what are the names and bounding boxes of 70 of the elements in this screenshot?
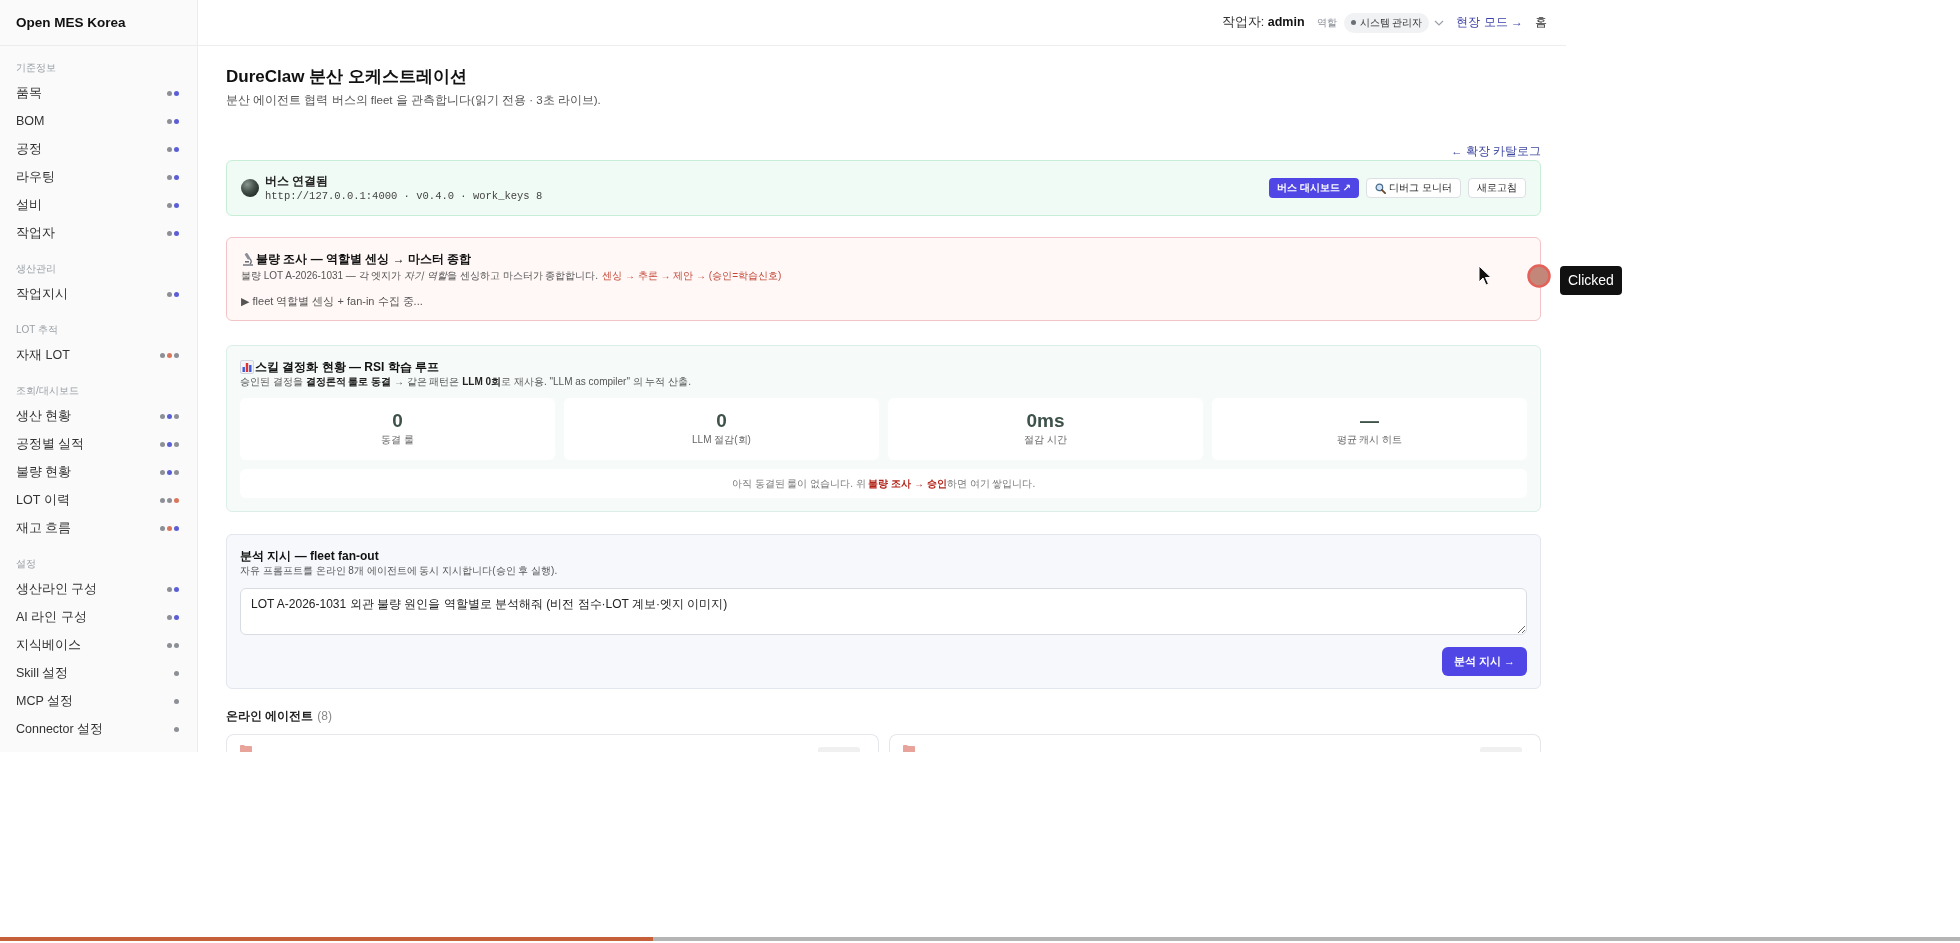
home-link[interactable]: 홈 (1535, 14, 1547, 31)
prompt-textarea[interactable]: LOT A-2026-1031 외관 불량 원인을 역할별로 분석해줘 (비전 점수·LOT 계보·엣지 이미지) (240, 588, 1527, 635)
description-text: 불량 LOT A-2026-1031 — 각 엣지가 자기 역할을 센싱하고 마스터가 종합합니다. (241, 269, 599, 283)
sidebar-item[interactable]: MCP 설정 (0, 687, 197, 715)
click-marker-icon (1527, 264, 1551, 288)
stat-value: — (1360, 410, 1379, 432)
role-label: 역할 (1316, 15, 1337, 30)
sphere-icon (241, 179, 259, 197)
stat-value: 0 (392, 410, 403, 432)
sidebar-item[interactable]: 불량 현황 (0, 458, 197, 486)
sidebar-item[interactable]: BOM (0, 107, 197, 135)
submit-button[interactable]: 분석 지시 → (1441, 647, 1527, 676)
sidebar-item[interactable]: 생산라인 구성 (0, 575, 197, 603)
sidebar-item[interactable]: 공정 (0, 135, 197, 163)
stat-label: 절감 시간 (1024, 433, 1067, 447)
search-icon (1375, 182, 1387, 194)
stat-label: 동결 룰 (381, 433, 414, 447)
collapsible-status[interactable]: ▶ fleet 역할별 센싱 + fan-in 수집 중... (241, 293, 423, 309)
click-tooltip: Clicked (1560, 266, 1622, 295)
page-subtitle: 분산 에이전트 협력 버스의 fleet 을 관측합니다(읽기 전용 · 3초 라이브). (226, 93, 602, 108)
sidebar-item[interactable]: LOT 이력 (0, 486, 197, 514)
card-title: 불량 조사 — 역할별 센싱 → 마스터 종합 (256, 250, 472, 267)
section-heading: 온라인 에이전트 (226, 707, 314, 725)
sidebar-item[interactable]: 자재 LOT (0, 341, 197, 369)
section-label: 생산관리 (15, 262, 57, 276)
section-label: 조회/대시보드 (15, 384, 80, 398)
catalog-link[interactable]: ← 확장 카탈로그 (1451, 143, 1541, 159)
section-label: LOT 추적 (15, 323, 60, 337)
sidebar-item[interactable]: 설비 (0, 191, 197, 219)
bar-chart-icon (240, 359, 254, 374)
bus-status-text: 버스 연결됨 (265, 172, 330, 189)
card-title: 스킬 결정화 현황 — RSI 학습 루프 (255, 358, 439, 375)
empty-state-text: 아직 동결된 룰이 없습니다. 위 불량 조사 → 승인하면 여기 쌓입니다. (731, 476, 1036, 491)
app-title: Open MES Korea (16, 15, 126, 30)
role-select[interactable]: 시스템 관리자 (1343, 12, 1430, 33)
sidebar-item[interactable]: 작업지시 (0, 280, 197, 308)
folder-icon (902, 745, 915, 752)
bus-details-text: http://127.0.0.1:4000 · v0.4.0 · work_keys 8 (265, 188, 544, 204)
chevron-down-icon[interactable] (1434, 19, 1445, 26)
bus-dashboard-button[interactable]: 버스 대시보드 ↗ (1269, 178, 1360, 198)
sidebar-item[interactable]: Skill 설정 (0, 659, 197, 687)
field-mode-link[interactable]: 현장 모드 → (1456, 14, 1523, 31)
sidebar-item[interactable]: 품목 (0, 79, 197, 107)
refresh-button[interactable]: 새로고침 (1468, 178, 1526, 198)
section-label: 기준정보 (15, 61, 57, 75)
pipeline-text: 센싱 → 추론 → 제안 → (승인=학습신호) (602, 269, 782, 283)
user-text: 작업자: admin (1221, 14, 1305, 31)
sidebar-item[interactable]: 작업자 (0, 219, 197, 247)
sidebar-item[interactable]: Connector 설정 (0, 715, 197, 743)
description-text: 자유 프롬프트를 온라인 8개 에이전트에 동시 지시합니다(승인 후 실행). (240, 564, 559, 578)
cursor-icon (1478, 265, 1492, 286)
stat-label: LLM 절감(회) (692, 433, 751, 447)
sidebar-item[interactable]: 라우팅 (0, 163, 197, 191)
card-title: 분석 지시 — fleet fan-out (240, 548, 380, 564)
sidebar-item[interactable]: 생산 현황 (0, 402, 197, 430)
sidebar-item[interactable]: 재고 흐름 (0, 514, 197, 542)
sidebar-item[interactable]: 공정별 실적 (0, 430, 197, 458)
description-text: 승인된 결정을 결정론적 룰로 동결 → 같은 패턴은 LLM 0회로 재사용. "LLM as compiler" 의 누적 산출. (240, 375, 693, 389)
sidebar-item[interactable]: 지식베이스 (0, 631, 197, 659)
folder-icon (240, 745, 252, 752)
section-label: 설정 (15, 557, 37, 571)
sidebar-item[interactable]: AI 라인 구성 (0, 603, 197, 631)
page-title: DureClaw 분산 오케스트레이션 (226, 66, 468, 88)
stat-value: 0ms (1026, 410, 1065, 432)
stat-value: 0 (716, 410, 727, 432)
stat-label: 평균 캐시 히트 (1336, 433, 1403, 447)
microscope-icon (241, 251, 255, 266)
dot-icon (1350, 20, 1356, 25)
debug-monitor-button[interactable]: 디버그 모니터 (1366, 178, 1461, 198)
count-text: (8) (317, 709, 332, 723)
